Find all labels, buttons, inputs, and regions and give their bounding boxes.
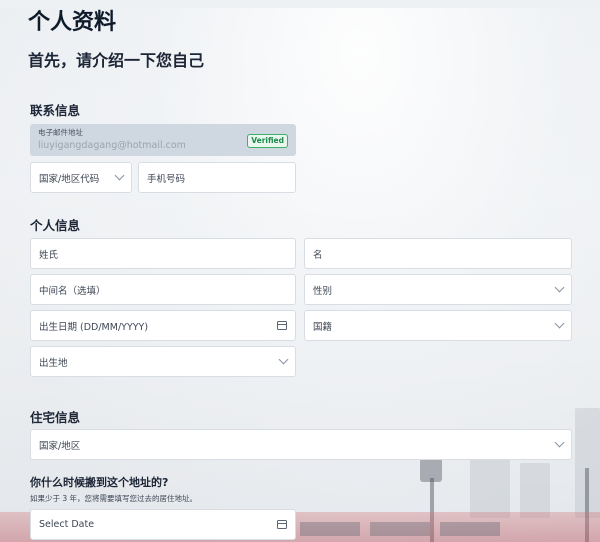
middle-name-placeholder: 中间名（选填） xyxy=(39,285,106,297)
country-code-placeholder: 国家/地区代码 xyxy=(39,173,100,185)
birthplace-select[interactable]: 出生地 xyxy=(30,346,296,377)
residence-section-title: 住宅信息 xyxy=(30,410,81,425)
move-in-question: 你什么时候搬到这个地址的? xyxy=(30,476,169,489)
given-name-placeholder: 名 xyxy=(313,249,323,261)
email-field: 电子邮件地址 liuyigangdagang@hotmail.com Verif… xyxy=(30,124,296,156)
dob-placeholder: 出生日期 (DD/MM/YYYY) xyxy=(39,321,149,333)
phone-placeholder: 手机号码 xyxy=(147,173,186,185)
residence-country-select[interactable]: 国家/地区 xyxy=(30,429,572,460)
move-in-hint: 如果少于 3 年，您将需要填写您过去的居住地址。 xyxy=(30,494,198,503)
chevron-down-icon xyxy=(554,437,565,448)
chevron-down-icon xyxy=(554,282,565,293)
gender-placeholder: 性别 xyxy=(313,285,333,297)
page-title: 个人资料 xyxy=(28,10,117,35)
middle-name-input[interactable]: 中间名（选填） xyxy=(30,274,296,305)
gender-select[interactable]: 性别 xyxy=(304,274,572,305)
dob-date-input[interactable]: 出生日期 (DD/MM/YYYY) xyxy=(30,310,296,341)
country-code-select[interactable]: 国家/地区代码 xyxy=(30,162,132,193)
personal-section-title: 个人信息 xyxy=(30,218,81,233)
surname-input[interactable]: 姓氏 xyxy=(30,238,296,269)
chevron-down-icon xyxy=(114,170,125,181)
calendar-icon[interactable] xyxy=(277,520,287,529)
nationality-select[interactable]: 国籍 xyxy=(304,310,572,341)
contact-section-title: 联系信息 xyxy=(30,103,81,118)
calendar-icon[interactable] xyxy=(277,321,287,330)
surname-placeholder: 姓氏 xyxy=(39,249,59,261)
chevron-down-icon xyxy=(554,318,565,329)
move-in-date-placeholder: Select Date xyxy=(39,519,95,530)
birthplace-placeholder: 出生地 xyxy=(39,357,68,369)
page-subtitle: 首先，请介绍一下您自己 xyxy=(28,51,205,70)
phone-input[interactable]: 手机号码 xyxy=(138,162,296,193)
nationality-placeholder: 国籍 xyxy=(313,321,333,333)
verified-badge: Verified xyxy=(247,134,288,148)
given-name-input[interactable]: 名 xyxy=(304,238,572,269)
chevron-down-icon xyxy=(278,354,289,365)
residence-country-placeholder: 国家/地区 xyxy=(39,440,81,452)
move-in-date-input[interactable]: Select Date xyxy=(30,509,296,540)
